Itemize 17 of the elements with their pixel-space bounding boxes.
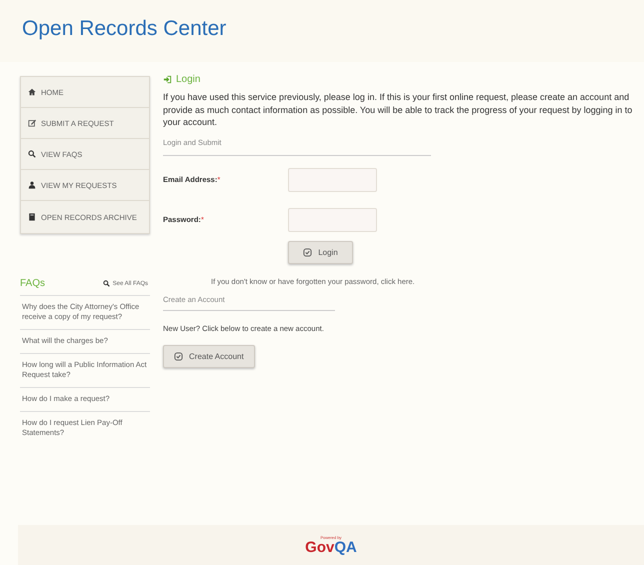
search-icon	[28, 150, 36, 158]
check-icon	[174, 352, 183, 360]
user-icon	[28, 181, 36, 189]
input-field[interactable]	[288, 168, 377, 192]
book-icon	[28, 213, 36, 221]
intro-text: If you have used this service previously, please log in. If this is your first online request, please create an account and provide as much contact information as possible. You will be able to track the progress of your request by logging in to your account.	[163, 91, 634, 128]
faqs-heading: FAQs	[20, 278, 46, 289]
create-account-button[interactable]: Create Account	[163, 344, 255, 368]
check-icon	[303, 248, 312, 256]
sign-in-icon	[163, 75, 172, 84]
edit-icon	[28, 119, 36, 127]
input-field[interactable]	[288, 208, 377, 232]
site-title: Open Records Center	[22, 17, 226, 41]
home-icon	[28, 88, 36, 96]
login-heading: Login	[176, 74, 200, 85]
login-button[interactable]: Login	[288, 240, 353, 264]
search-icon	[102, 280, 110, 287]
